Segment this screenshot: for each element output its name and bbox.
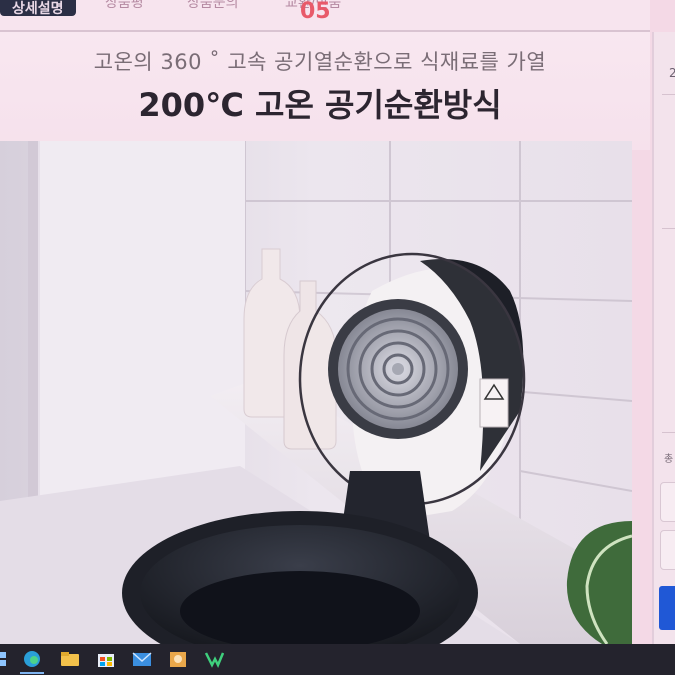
file-explorer-icon[interactable] xyxy=(60,650,80,668)
section-number-badge: 05 xyxy=(300,0,331,24)
photos-icon[interactable] xyxy=(168,650,188,668)
option-select[interactable] xyxy=(660,482,675,522)
product-photo xyxy=(0,141,632,644)
tab-reviews[interactable]: 상품평 xyxy=(105,0,144,14)
edge-icon[interactable] xyxy=(22,650,42,668)
store-icon[interactable] xyxy=(96,650,116,668)
headline-title: 200℃ 고온 공기순환방식 xyxy=(138,86,502,124)
vscode-icon[interactable] xyxy=(204,650,224,668)
quantity-field[interactable] xyxy=(660,530,675,570)
headline-panel: 고온의 360 ˚ 고속 공기열순환으로 식재료를 가열 200℃ 고온 공기순… xyxy=(0,32,650,150)
sidebar-divider xyxy=(652,32,654,644)
active-app-indicator xyxy=(20,672,44,674)
buy-button[interactable] xyxy=(659,586,675,630)
sidebar-rule xyxy=(662,432,675,433)
total-label: 총 xyxy=(664,454,674,465)
tab-details[interactable]: 상세설명 xyxy=(0,0,76,17)
purchase-sidebar: 2 총 xyxy=(652,32,675,644)
air-fryer-illustration xyxy=(0,141,632,644)
sidebar-number: 2 xyxy=(669,66,675,80)
taskbar xyxy=(0,644,675,675)
sidebar-rule xyxy=(662,94,675,95)
windows-icon[interactable] xyxy=(0,650,20,668)
sidebar-rule xyxy=(662,228,675,229)
tab-inquiry[interactable]: 상품문의 xyxy=(187,0,239,14)
mail-icon[interactable] xyxy=(132,650,152,668)
headline-subtitle: 고온의 360 ˚ 고속 공기열순환으로 식재료를 가열 xyxy=(93,50,547,74)
